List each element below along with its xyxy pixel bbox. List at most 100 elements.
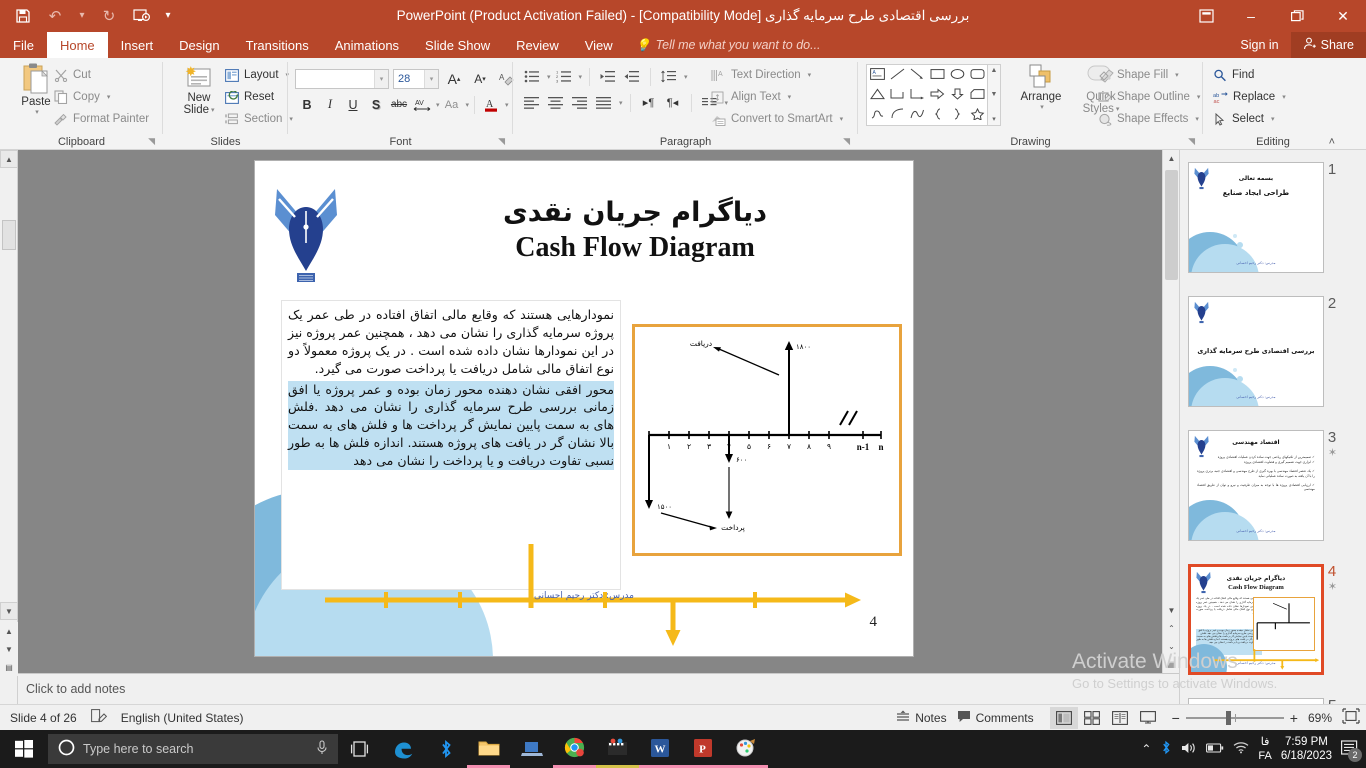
- decrease-font-size-button[interactable]: A▾: [469, 68, 491, 89]
- font-name-input[interactable]: ▾: [295, 69, 389, 89]
- font-size-input[interactable]: 28 ▾: [393, 69, 439, 89]
- select-button[interactable]: Select ▾: [1213, 108, 1286, 130]
- shape-arc-icon[interactable]: [890, 108, 905, 122]
- shape-rectangle-icon[interactable]: [930, 68, 945, 82]
- font-color-button[interactable]: A: [480, 94, 502, 115]
- underline-button[interactable]: U: [342, 94, 364, 115]
- shapes-gallery-scrollbar[interactable]: ▲ ▼ ▾: [988, 64, 1001, 126]
- thumbnail-slide-4[interactable]: دیاگرام جریان نقدی Cash Flow Diagram نمو…: [1188, 564, 1324, 675]
- change-case-button[interactable]: Aa: [441, 94, 463, 115]
- cut-button[interactable]: Cut: [54, 64, 149, 86]
- slide-counter[interactable]: Slide 4 of 26: [10, 711, 77, 725]
- rtl-direction-button[interactable]: ¶◂: [662, 92, 684, 113]
- edge-icon[interactable]: [381, 730, 424, 768]
- show-hidden-icons-icon[interactable]: ⌃: [1141, 742, 1151, 756]
- zoom-slider[interactable]: − +: [1172, 710, 1298, 726]
- font-color-dropdown-icon[interactable]: ▾: [505, 101, 509, 109]
- cash-flow-diagram-image[interactable]: ۰ ۱ ۲ ۳ ۴ ۵ ۶ ۷ ۸ ۹ n-1: [632, 324, 902, 556]
- replace-button[interactable]: abac Replace ▾: [1213, 86, 1286, 108]
- replace-dropdown-icon[interactable]: ▾: [1282, 93, 1286, 101]
- notes-toggle-button[interactable]: Notes: [896, 710, 946, 726]
- thumbnail-slide-2[interactable]: بررسی اقتصادی طرح سرمایه گذاری مدرس: دکت…: [1188, 296, 1324, 407]
- align-text-dropdown-icon[interactable]: ▾: [788, 93, 792, 101]
- shape-flowchart-icon[interactable]: [970, 88, 985, 102]
- layout-button[interactable]: Layout ▾: [225, 64, 293, 86]
- line-spacing-button[interactable]: [658, 66, 680, 87]
- font-dialog-launcher[interactable]: ◥: [498, 136, 505, 147]
- scrollbar-extra-icon[interactable]: ▤: [1163, 656, 1180, 673]
- rail-prev-slide-icon[interactable]: ▲: [0, 622, 18, 640]
- copy-dropdown-icon[interactable]: ▾: [107, 93, 111, 101]
- find-button[interactable]: Find: [1213, 64, 1286, 86]
- new-slide-dropdown-icon[interactable]: ▾: [211, 106, 215, 114]
- tray-bluetooth-icon[interactable]: [1160, 740, 1172, 758]
- numbering-dropdown-icon[interactable]: ▾: [579, 73, 583, 81]
- battery-icon[interactable]: [1206, 742, 1224, 757]
- fit-slide-to-window-button[interactable]: [1342, 708, 1360, 727]
- action-center-icon[interactable]: 2: [1341, 740, 1358, 759]
- paint-icon[interactable]: [725, 730, 768, 768]
- shape-rounded-rect-icon[interactable]: [970, 68, 985, 82]
- sign-in-button[interactable]: Sign in: [1228, 38, 1290, 52]
- bluetooth-icon[interactable]: [424, 730, 467, 768]
- restore-button[interactable]: [1274, 0, 1320, 32]
- shape-curve-icon[interactable]: [910, 108, 925, 122]
- volume-icon[interactable]: [1181, 741, 1197, 758]
- thumbnail-row-4[interactable]: دیاگرام جریان نقدی Cash Flow Diagram نمو…: [1188, 564, 1348, 675]
- normal-view-button[interactable]: [1050, 707, 1078, 729]
- next-slide-icon[interactable]: ⌄: [1163, 638, 1180, 655]
- comments-button[interactable]: Comments: [957, 710, 1034, 726]
- language-indicator[interactable]: English (United States): [121, 711, 244, 725]
- tab-view[interactable]: View: [572, 32, 626, 58]
- scroll-up-icon[interactable]: ▲: [991, 67, 998, 74]
- slide-title-block[interactable]: دیاگرام جریان نقدی Cash Flow Diagram: [375, 197, 895, 264]
- animation-star-icon[interactable]: ✶: [1328, 446, 1348, 459]
- task-view-icon[interactable]: [338, 730, 381, 768]
- increase-font-size-button[interactable]: A▴: [443, 68, 465, 89]
- character-spacing-button[interactable]: AV: [411, 94, 433, 115]
- shape-outline-button[interactable]: Shape Outline ▾: [1098, 86, 1200, 108]
- ltr-direction-button[interactable]: ▸¶: [638, 92, 660, 113]
- rail-scroll-up-icon[interactable]: ▲: [0, 150, 18, 168]
- text-direction-button[interactable]: A Text Direction ▾: [711, 64, 843, 86]
- shapes-gallery[interactable]: A: [866, 64, 988, 126]
- drawing-dialog-launcher[interactable]: ◥: [1188, 136, 1195, 147]
- format-painter-button[interactable]: Format Painter: [54, 108, 149, 130]
- arrange-dropdown-icon[interactable]: ▾: [1040, 103, 1044, 111]
- rail-more-icon[interactable]: ▤: [0, 658, 18, 676]
- smartart-dropdown-icon[interactable]: ▾: [840, 115, 844, 123]
- shape-effects-button[interactable]: Shape Effects ▾: [1098, 108, 1200, 130]
- powerpoint-icon[interactable]: P: [682, 730, 725, 768]
- scroll-up-icon[interactable]: ▲: [1163, 150, 1180, 167]
- character-spacing-dropdown-icon[interactable]: ▾: [436, 101, 440, 109]
- strikethrough-button[interactable]: abc: [388, 94, 410, 115]
- font-name-dropdown-icon[interactable]: ▾: [374, 70, 388, 88]
- line-spacing-dropdown-icon[interactable]: ▾: [684, 73, 688, 81]
- clipboard-dialog-launcher[interactable]: ◥: [148, 136, 155, 147]
- rail-scrollbar-thumb[interactable]: [2, 220, 16, 250]
- shape-right-arrow-icon[interactable]: [930, 88, 945, 102]
- tab-animations[interactable]: Animations: [322, 32, 412, 58]
- slide-show-button[interactable]: [1134, 707, 1162, 729]
- animation-star-icon[interactable]: ✶: [1328, 580, 1348, 593]
- shape-elbow-arrow-icon[interactable]: [910, 88, 925, 102]
- minimize-button[interactable]: ‒: [1228, 0, 1274, 32]
- tab-slide-show[interactable]: Slide Show: [412, 32, 503, 58]
- align-text-button[interactable]: Align Text ▾: [711, 86, 843, 108]
- shape-outline-dropdown-icon[interactable]: ▾: [1197, 93, 1201, 101]
- movie-maker-icon[interactable]: [596, 730, 639, 768]
- ribbon-display-options-icon[interactable]: [1184, 0, 1228, 32]
- rail-next-slide-icon[interactable]: ▼: [0, 640, 18, 658]
- slide-vertical-scrollbar[interactable]: ▲ ▼ ⌃ ⌄ ▤: [1162, 150, 1179, 673]
- shape-effects-dropdown-icon[interactable]: ▾: [1195, 115, 1199, 123]
- justify-dropdown-icon[interactable]: ▾: [619, 99, 623, 107]
- shape-textbox-icon[interactable]: A: [870, 68, 885, 82]
- shape-triangle-icon[interactable]: [870, 88, 885, 102]
- bullets-button[interactable]: [521, 66, 543, 87]
- zoom-level-label[interactable]: 69%: [1308, 711, 1332, 725]
- thumbnail-slide-3[interactable]: اقتصاد مهندسی ✓ صمیمترین از تکنیکهای ریا…: [1188, 430, 1324, 541]
- spell-check-icon[interactable]: [91, 709, 107, 726]
- close-button[interactable]: ✕: [1320, 0, 1366, 32]
- convert-to-smartart-button[interactable]: Convert to SmartArt ▾: [711, 108, 843, 130]
- thumbnail-row-1[interactable]: بسمه تعالی طراحی ایجاد صنایع مدرس: دکتر …: [1188, 162, 1348, 273]
